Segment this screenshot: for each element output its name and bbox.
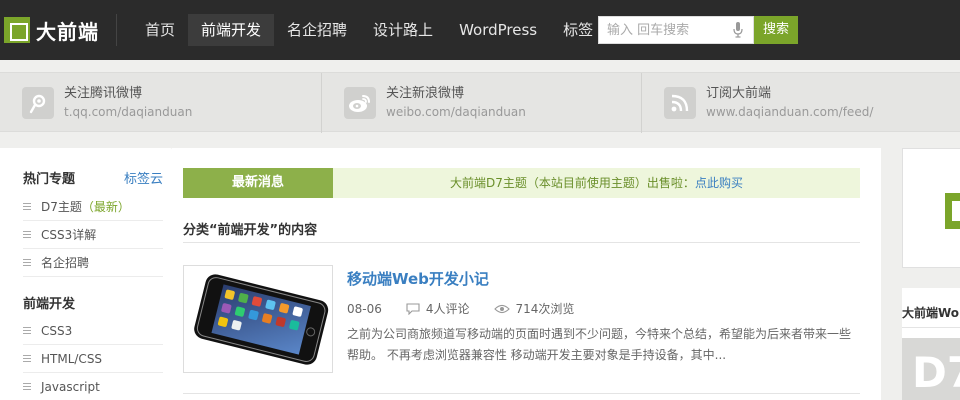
follow-url: weibo.com/daqianduan [386,105,526,119]
sidebar-item-label: 名企招聘 [41,256,90,270]
post-meta: 08-06 4人评论 714次浏览 [347,300,574,317]
nav-item-jobs[interactable]: 名企招聘 [274,14,360,46]
main-content: 最新消息 大前端D7主题（本站目前使用主题）出售啦：点此购买 分类“前端开发”的… [172,148,881,400]
sidebar-item-label: Javascript [41,380,100,394]
list-icon [23,202,31,210]
follow-title: 订阅大前端 [706,86,772,101]
post-views: 714次浏览 [515,302,575,316]
search-button[interactable]: 搜索 [754,16,798,44]
follow-text: 订阅大前端 www.daqianduan.com/feed/ [706,85,873,121]
phone-image [194,274,329,365]
notice-message: 大前端D7主题（本站目前使用主题）出售啦： [450,176,695,190]
follow-url: www.daqianduan.com/feed/ [706,105,874,119]
hot-topics-title: 热门专题 [23,172,76,187]
divider [183,393,860,394]
sidebar-item-d7[interactable]: D7主题（最新） [23,193,163,221]
new-badge: （最新） [81,200,130,214]
main-nav: 首页 前端开发 名企招聘 设计路上 WordPress 标签 [132,14,606,46]
list-icon [23,258,31,266]
logo-mark-icon [4,17,30,43]
divider [183,242,860,243]
category-title: 分类“前端开发”的内容 [183,223,318,238]
post-thumbnail[interactable] [183,265,333,373]
tag-cloud-link[interactable]: 标签云 [124,168,163,187]
follow-url: t.qq.com/daqianduan [64,105,193,119]
left-sidebar: 热门专题 标签云 D7主题（最新） CSS3详解 名企招聘 前端开发 CSS3 … [0,148,172,400]
follow-tencent-weibo[interactable]: 关注腾讯微博 t.qq.com/daqianduan [0,73,320,133]
follow-sina-weibo[interactable]: 关注新浪微博 weibo.com/daqianduan [321,73,641,133]
nav-item-design[interactable]: 设计路上 [360,14,446,46]
d-logo-icon [945,193,960,229]
widget-title: 大前端Wo [902,306,960,320]
post-comments[interactable]: 4人评论 [426,300,470,317]
notice-label: 最新消息 [183,168,333,198]
sidebar-item-label: HTML/CSS [41,352,103,366]
divider [902,327,960,328]
header-divider [116,14,117,46]
sidebar-item-label: CSS3详解 [41,228,97,242]
sidebar-item-css3[interactable]: CSS3 [23,317,163,345]
microphone-icon[interactable] [733,22,743,38]
post-title[interactable]: 移动端Web开发小记 [347,268,489,289]
notice-bar: 最新消息 大前端D7主题（本站目前使用主题）出售啦：点此购买 [183,168,860,198]
nav-item-frontend[interactable]: 前端开发 [188,14,275,46]
post-date: 08-06 [347,301,382,316]
sidebar-item-javascript[interactable]: Javascript [23,373,163,400]
sidebar-item-css3-detail[interactable]: CSS3详解 [23,221,163,249]
nav-item-home[interactable]: 首页 [132,14,188,46]
site-logo[interactable]: 大前端 [4,17,99,44]
right-widget: 大前端Wo D7 [902,288,960,400]
list-icon [23,230,31,238]
follow-rss[interactable]: 订阅大前端 www.daqianduan.com/feed/ [641,73,960,133]
follow-title: 关注新浪微博 [386,86,465,101]
views-eye-icon [493,304,510,313]
buy-link[interactable]: 点此购买 [695,176,743,190]
notice-text: 大前端D7主题（本站目前使用主题）出售啦：点此购买 [333,168,860,198]
comment-icon [406,302,420,315]
list-icon [23,382,31,390]
site-header: 大前端 首页 前端开发 名企招聘 设计路上 WordPress 标签 搜索 [0,0,960,60]
sidebar-item-html-css[interactable]: HTML/CSS [23,345,163,373]
follow-title: 关注腾讯微博 [64,86,143,101]
follow-text: 关注腾讯微博 t.qq.com/daqianduan [64,85,192,121]
post-excerpt: 之前为公司商旅频道写移动端的页面时遇到不少问题，今特来个总结，希望能为后来者带来… [347,327,852,362]
sidebar-item-label: CSS3 [41,324,73,338]
sina-weibo-icon [344,87,376,119]
search-box [598,16,754,44]
sidebar-item-jobs[interactable]: 名企招聘 [23,249,163,277]
right-logo-card[interactable] [902,148,960,268]
follow-text: 关注新浪微博 weibo.com/daqianduan [386,85,526,121]
logo-text: 大前端 [36,19,99,44]
search-form: 搜索 [598,16,798,44]
tencent-weibo-icon [22,87,54,119]
frontend-title: 前端开发 [23,297,76,312]
sidebar-item-label: D7主题 [41,200,82,214]
search-input[interactable] [599,17,727,43]
rss-icon [664,87,696,119]
list-icon [23,354,31,362]
follow-bar: 关注腾讯微博 t.qq.com/daqianduan 关注新浪微博 weibo.… [0,72,960,133]
widget-thumbnail[interactable]: D7 [902,338,960,400]
list-icon [23,326,31,334]
widget-thumb-text: D7 [912,348,960,397]
nav-item-wordpress[interactable]: WordPress [446,14,550,46]
